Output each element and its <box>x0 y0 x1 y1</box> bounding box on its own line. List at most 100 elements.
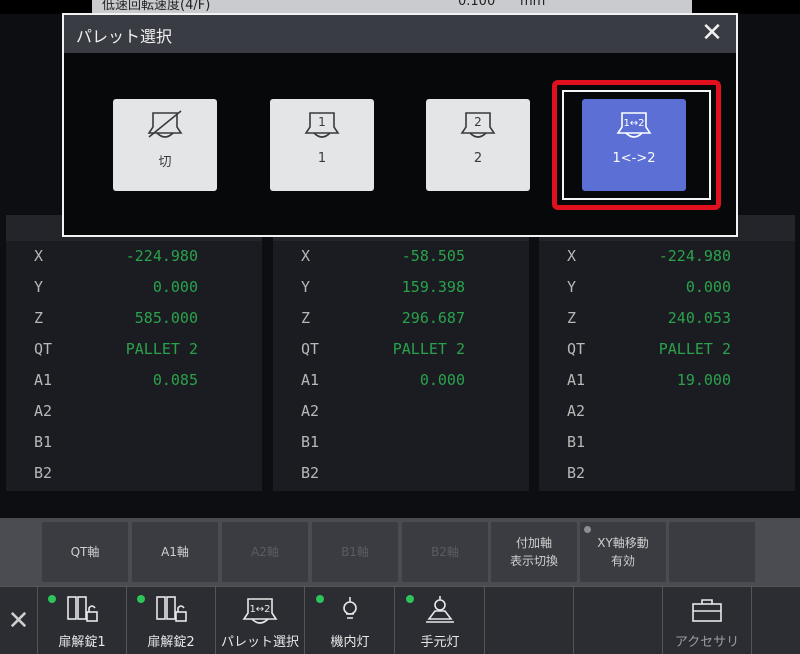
soft-button-row: QT軸 A1軸 A2軸 B1軸 B2軸 付加軸 表示切換 XY軸移動 有効 <box>0 518 800 586</box>
axis-value: 0.000 <box>419 371 465 389</box>
soft-button-5[interactable]: B2軸 <box>402 522 488 582</box>
position-panel-3: X -224.980 Y 0.000 Z 240.053 QT PALLET 2 A1 19.00… <box>539 215 795 491</box>
top-strip-label: 低速回転速度(4/F) <box>102 0 211 13</box>
axis-label: Z <box>567 309 577 327</box>
axis-row: Z 296.687 <box>273 309 529 340</box>
bottom-bar-label: 扉解錠2 <box>147 635 195 650</box>
soft-button-8[interactable] <box>669 522 755 582</box>
axis-row: A1 0.000 <box>273 371 529 402</box>
soft-button-1[interactable]: QT軸 <box>42 522 128 582</box>
axis-row: QT PALLET 2 <box>273 340 529 371</box>
soft-button-6[interactable]: 付加軸 表示切換 <box>491 522 577 582</box>
axis-label: Z <box>301 309 311 327</box>
axis-label: X <box>301 247 311 265</box>
axis-label: A2 <box>34 402 53 420</box>
axis-label: A2 <box>567 402 586 420</box>
bottom-bar-item-3[interactable]: 1↔2 パレット選択 <box>216 587 305 654</box>
axis-label: A1 <box>34 371 53 389</box>
axis-value: -224.980 <box>125 247 198 265</box>
axis-label: QT <box>301 340 320 358</box>
pallet-1-icon: 1 <box>270 109 374 143</box>
bottom-bar-item-2[interactable]: 扉解錠2 <box>127 587 216 654</box>
pallet-option-label: 1<->2 <box>612 151 656 166</box>
soft-button-4[interactable]: B1軸 <box>312 522 398 582</box>
axis-row: A2 <box>539 402 795 433</box>
pallet-2-icon: 2 <box>426 109 530 143</box>
axis-value: PALLET 2 <box>658 340 731 358</box>
axis-row: Y 0.000 <box>6 278 262 309</box>
axis-value: 240.053 <box>667 309 731 327</box>
axis-label: Z <box>34 309 44 327</box>
door-unlock-icon <box>127 595 215 625</box>
axis-value: 0.085 <box>152 371 198 389</box>
bottom-bar: ✕ 扉解錠1 扉解錠2 1↔2 パレット選択 機内灯 手元灯 アクセサリ <box>0 586 800 654</box>
dialog-close-icon[interactable]: ✕ <box>698 19 726 47</box>
axis-label: Y <box>301 278 311 296</box>
axis-row: B1 <box>273 433 529 464</box>
interior-light-icon <box>306 595 394 625</box>
bottom-bar-item-5[interactable]: 手元灯 <box>396 587 485 654</box>
door-unlock-icon <box>38 595 126 625</box>
axis-value: 296.687 <box>401 309 465 327</box>
axis-row: B2 <box>539 464 795 495</box>
axis-value: -58.505 <box>401 247 465 265</box>
axis-row: A2 <box>6 402 262 433</box>
axis-label: B1 <box>567 433 586 451</box>
axis-value: 159.398 <box>401 278 465 296</box>
bottom-bar-item-4[interactable]: 機内灯 <box>306 587 395 654</box>
pallet-option-4[interactable]: 1↔2 1<->2 <box>582 99 686 191</box>
svg-text:1↔2: 1↔2 <box>249 604 270 615</box>
work-light-icon <box>396 595 484 625</box>
axis-row: QT PALLET 2 <box>6 340 262 371</box>
bottom-bar-label: 機内灯 <box>330 635 370 650</box>
axis-label: QT <box>34 340 53 358</box>
axis-value: PALLET 2 <box>392 340 465 358</box>
axis-row: B2 <box>273 464 529 495</box>
axis-label: QT <box>567 340 586 358</box>
bottom-bar-item-1[interactable]: 扉解錠1 <box>38 587 127 654</box>
axis-row: Y 0.000 <box>539 278 795 309</box>
axis-row: B1 <box>539 433 795 464</box>
axis-value: 19.000 <box>676 371 731 389</box>
pallet-option-1[interactable]: 切 <box>113 99 217 191</box>
pallet-option-2[interactable]: 11 <box>270 99 374 191</box>
pallet-option-label: 切 <box>158 155 172 170</box>
axis-label: X <box>567 247 577 265</box>
soft-button-2[interactable]: A1軸 <box>132 522 218 582</box>
bottom-bar-label: 手元灯 <box>420 635 460 650</box>
axis-value: -224.980 <box>658 247 731 265</box>
pallet-option-3[interactable]: 22 <box>426 99 530 191</box>
axis-row: X -224.980 <box>539 247 795 278</box>
axis-row: Z 585.000 <box>6 309 262 340</box>
axis-label: B1 <box>301 433 320 451</box>
axis-row: Z 240.053 <box>539 309 795 340</box>
top-strip-unit: mm <box>520 0 546 9</box>
axis-label: X <box>34 247 44 265</box>
axis-label: A2 <box>301 402 320 420</box>
bottom-bar-item-6 <box>485 587 574 654</box>
close-icon[interactable]: ✕ <box>0 587 38 654</box>
bottom-bar-label: アクセサリ <box>674 635 740 650</box>
axis-value: PALLET 2 <box>125 340 198 358</box>
bottom-bar-item-8[interactable]: アクセサリ <box>663 587 752 654</box>
pallet-swap-icon: 1↔2 <box>216 595 304 625</box>
axis-row: X -224.980 <box>6 247 262 278</box>
axis-row: QT PALLET 2 <box>539 340 795 371</box>
soft-button-3[interactable]: A2軸 <box>222 522 308 582</box>
bottom-bar-label: パレット選択 <box>220 635 299 650</box>
pallet-option-label: 1 <box>317 151 327 166</box>
axis-row: X -58.505 <box>273 247 529 278</box>
axis-row: A1 19.000 <box>539 371 795 402</box>
pallet-swap-icon: 1↔2 <box>582 109 686 143</box>
dialog-title-bar: パレット選択 ✕ <box>64 15 736 53</box>
pallet-off-icon <box>113 109 217 143</box>
soft-button-7[interactable]: XY軸移動 有効 <box>580 522 666 582</box>
axis-label: B2 <box>34 464 53 482</box>
axis-label: A1 <box>567 371 586 389</box>
axis-label: B1 <box>34 433 53 451</box>
top-strip: 低速回転速度(4/F) 0.100 mm <box>92 0 692 14</box>
axis-value: 0.000 <box>685 278 731 296</box>
axis-row: A1 0.085 <box>6 371 262 402</box>
axis-value: 0.000 <box>152 278 198 296</box>
bottom-bar-item-7 <box>574 587 663 654</box>
